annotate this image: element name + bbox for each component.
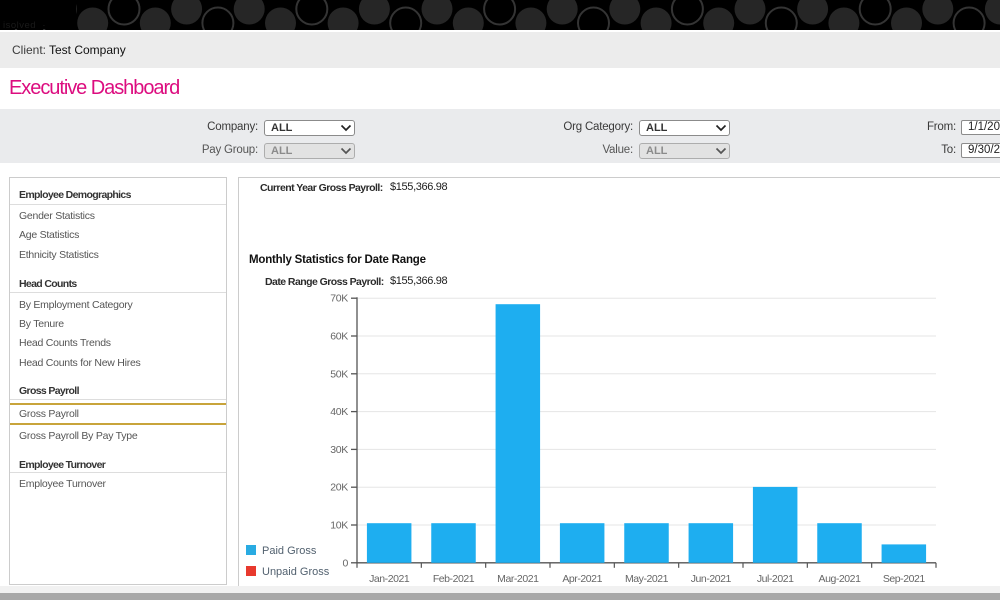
svg-text:70K: 70K: [330, 293, 348, 305]
svg-text:0: 0: [342, 557, 348, 569]
svg-text:30K: 30K: [330, 444, 348, 456]
svg-text:60K: 60K: [330, 331, 348, 343]
svg-text:May-2021: May-2021: [625, 573, 669, 585]
svg-text:Aug-2021: Aug-2021: [819, 573, 862, 585]
svg-text:Feb-2021: Feb-2021: [433, 573, 475, 585]
svg-text:Sep-2021: Sep-2021: [883, 573, 926, 585]
svg-text:Jun-2021: Jun-2021: [691, 573, 732, 585]
svg-text:Unpaid Gross: Unpaid Gross: [262, 566, 330, 578]
svg-text:Paid Gross: Paid Gross: [262, 545, 317, 557]
svg-text:20K: 20K: [330, 482, 348, 494]
svg-text:Jul-2021: Jul-2021: [757, 573, 794, 585]
svg-text:Jan-2021: Jan-2021: [369, 573, 410, 585]
svg-text:Mar-2021: Mar-2021: [497, 573, 539, 585]
svg-text:10K: 10K: [330, 520, 348, 532]
svg-text:40K: 40K: [330, 406, 348, 418]
svg-text:50K: 50K: [330, 368, 348, 380]
svg-text:Apr-2021: Apr-2021: [562, 573, 602, 585]
